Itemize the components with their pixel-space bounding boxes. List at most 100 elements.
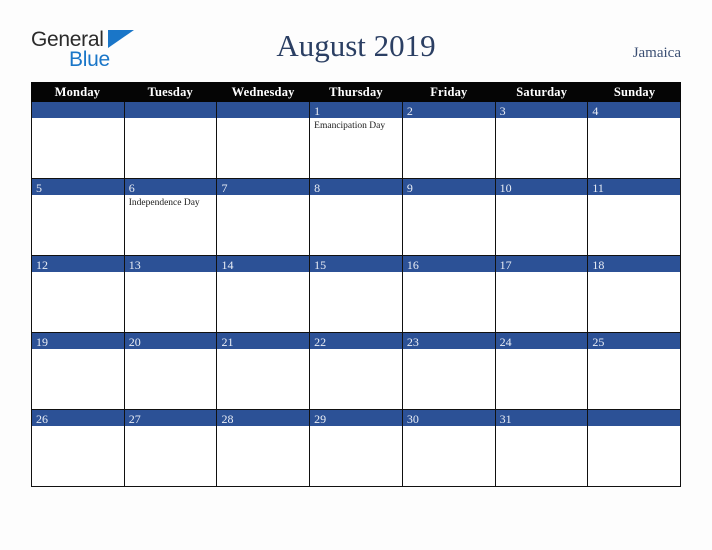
day-number-band: 11: [588, 179, 681, 195]
day-cell[interactable]: 24: [495, 333, 589, 409]
day-body[interactable]: Independence Day: [125, 195, 217, 255]
day-number-band: 1: [310, 102, 402, 118]
day-number: 25: [592, 335, 605, 349]
calendar-table: Monday Tuesday Wednesday Thursday Friday…: [31, 82, 681, 487]
day-cell[interactable]: 19: [32, 333, 125, 409]
day-number-band: 3: [495, 102, 588, 118]
day-number: 13: [128, 258, 141, 272]
day-body[interactable]: [310, 195, 402, 255]
day-body[interactable]: [588, 118, 680, 178]
day-number: 19: [36, 335, 48, 349]
day-cell[interactable]: 8: [310, 179, 403, 255]
day-cell[interactable]: 28: [217, 410, 311, 486]
page-title: August 2019: [276, 28, 436, 63]
day-cell[interactable]: [588, 410, 681, 486]
day-number-band: 6: [124, 179, 217, 195]
day-cell[interactable]: 29: [310, 410, 403, 486]
day-body[interactable]: [588, 349, 680, 409]
day-body[interactable]: [403, 272, 495, 332]
day-cell[interactable]: 12: [32, 256, 125, 332]
weekday-header-wednesday: Wednesday: [231, 85, 295, 99]
weekday-header-saturday: Saturday: [516, 85, 568, 99]
day-number-band: 20: [124, 333, 217, 349]
day-body[interactable]: [125, 118, 217, 178]
day-cell[interactable]: 17: [495, 256, 589, 332]
day-body[interactable]: [496, 426, 588, 486]
day-cell[interactable]: 9: [402, 179, 496, 255]
day-number-band: 12: [32, 256, 124, 272]
day-body[interactable]: [32, 195, 124, 255]
day-number-band: 14: [217, 256, 310, 272]
event-label: Independence Day: [128, 198, 200, 208]
day-body[interactable]: [310, 426, 402, 486]
day-cell[interactable]: 21: [217, 333, 311, 409]
day-number: 30: [406, 412, 419, 426]
day-body[interactable]: Emancipation Day: [310, 118, 402, 178]
day-body[interactable]: [32, 272, 124, 332]
day-body[interactable]: [403, 426, 495, 486]
day-body[interactable]: [588, 272, 680, 332]
day-cell[interactable]: 22: [310, 333, 403, 409]
day-cell[interactable]: 25: [588, 333, 681, 409]
day-cell[interactable]: 14: [217, 256, 311, 332]
day-body[interactable]: [125, 349, 217, 409]
day-body[interactable]: [496, 272, 588, 332]
day-cell[interactable]: 30: [402, 410, 496, 486]
day-cell[interactable]: 6 Independence Day: [124, 179, 218, 255]
day-cell[interactable]: 16: [402, 256, 496, 332]
day-cell[interactable]: [217, 102, 311, 178]
day-cell[interactable]: 23: [402, 333, 496, 409]
day-number-band: 19: [32, 333, 124, 349]
day-body[interactable]: [217, 426, 309, 486]
day-body[interactable]: [496, 349, 588, 409]
day-number: 11: [592, 181, 604, 195]
day-number: 9: [406, 181, 413, 195]
day-cell[interactable]: 20: [124, 333, 218, 409]
day-body[interactable]: [32, 349, 124, 409]
week-row: 12 13 14 15 16 17 18: [31, 256, 681, 333]
day-body[interactable]: [125, 272, 217, 332]
day-body[interactable]: [32, 118, 124, 178]
day-body[interactable]: [403, 118, 495, 178]
day-number-band: [124, 102, 217, 118]
day-cell[interactable]: 27: [124, 410, 218, 486]
day-cell[interactable]: 13: [124, 256, 218, 332]
day-body[interactable]: [403, 349, 495, 409]
day-body[interactable]: [403, 195, 495, 255]
day-body[interactable]: [32, 426, 124, 486]
day-cell[interactable]: 3: [495, 102, 589, 178]
day-number: 28: [221, 412, 234, 426]
day-body[interactable]: [496, 195, 588, 255]
day-cell[interactable]: [32, 102, 125, 178]
weekday-header-monday: Monday: [54, 85, 101, 99]
day-body[interactable]: [588, 426, 680, 486]
day-body[interactable]: [217, 349, 309, 409]
day-number-band: 26: [32, 410, 124, 426]
day-body[interactable]: [217, 272, 309, 332]
day-body[interactable]: [217, 195, 309, 255]
day-body[interactable]: [310, 272, 402, 332]
day-cell[interactable]: 11: [588, 179, 681, 255]
day-number: 27: [128, 412, 141, 426]
day-cell[interactable]: 4: [588, 102, 681, 178]
day-cell[interactable]: [124, 102, 218, 178]
day-cell[interactable]: 10: [495, 179, 589, 255]
day-cell[interactable]: 18: [588, 256, 681, 332]
day-body[interactable]: [310, 349, 402, 409]
day-cell[interactable]: 26: [32, 410, 125, 486]
page-header: General Blue August 2019 Jamaica: [0, 0, 712, 82]
day-cell[interactable]: 2: [402, 102, 496, 178]
day-cell[interactable]: 7: [217, 179, 311, 255]
weekday-header-thursday: Thursday: [329, 85, 383, 99]
day-cell[interactable]: 15: [310, 256, 403, 332]
day-cell[interactable]: 5: [32, 179, 125, 255]
day-body[interactable]: [588, 195, 680, 255]
day-number-band: 30: [402, 410, 495, 426]
day-body[interactable]: [217, 118, 309, 178]
day-cell[interactable]: 1 Emancipation Day: [310, 102, 403, 178]
day-number: 18: [592, 258, 605, 272]
day-body[interactable]: [496, 118, 588, 178]
day-body[interactable]: [125, 426, 217, 486]
day-cell[interactable]: 31: [495, 410, 589, 486]
day-number: 3: [499, 104, 506, 118]
